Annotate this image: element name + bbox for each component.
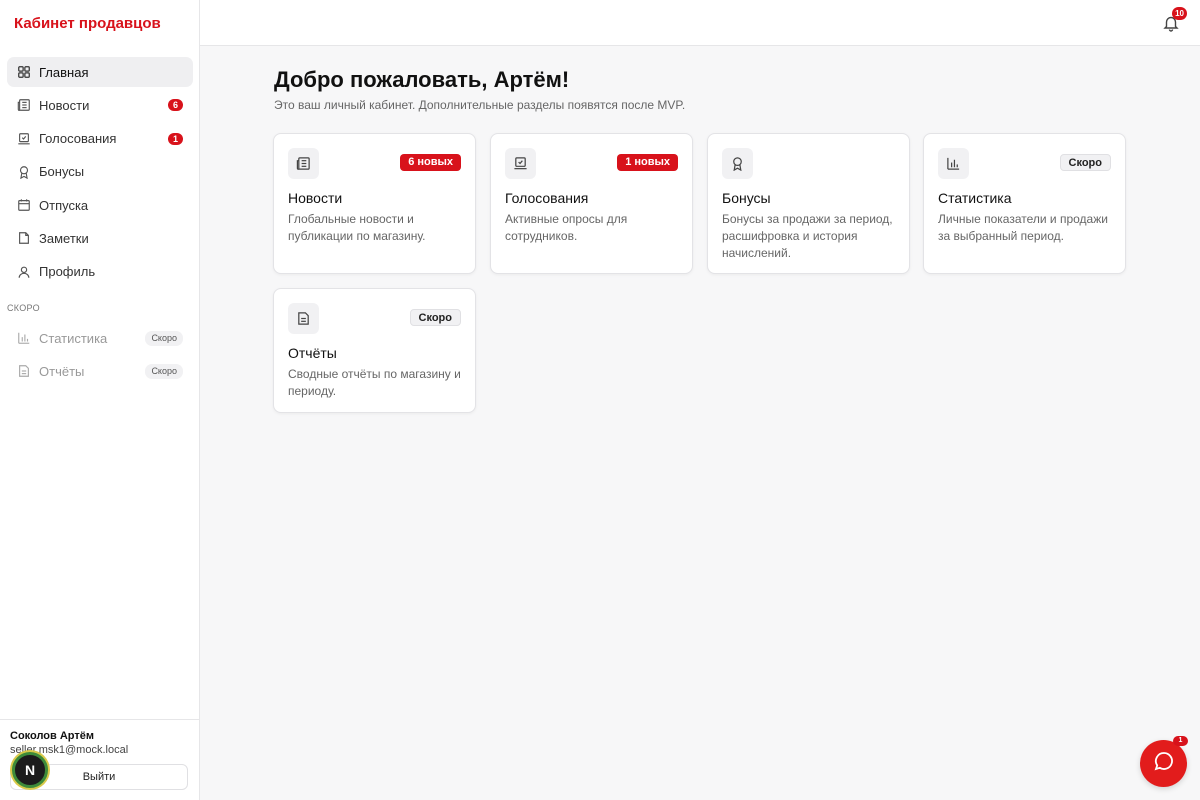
sidebar-item-label: Отчёты <box>39 363 85 379</box>
note-icon <box>17 231 31 245</box>
topbar: 10 <box>200 0 1200 46</box>
grid-icon <box>17 65 31 79</box>
card-news[interactable]: 6 новых Новости Глобальные новости и пуб… <box>273 133 476 274</box>
notifications-badge: 10 <box>1172 7 1187 20</box>
card-description: Глобальные новости и публикации по магаз… <box>288 212 426 243</box>
card-bonuses[interactable]: Бонусы Бонусы за продажи за период, расш… <box>707 133 910 274</box>
soon-badge: Скоро <box>145 331 183 346</box>
vote-icon <box>17 132 31 146</box>
card-title: Голосования <box>505 190 589 206</box>
user-icon <box>17 265 31 279</box>
page-title: Добро пожаловать, Артём! <box>274 67 570 92</box>
sidebar: Кабинет продавцов Главная Новости 6 Голо… <box>0 0 200 800</box>
sidebar-item-label: Бонусы <box>39 164 85 180</box>
sidebar-item-label: Голосования <box>39 131 117 147</box>
avatar[interactable]: N <box>12 752 48 788</box>
card-badge: 1 новых <box>617 154 678 171</box>
soon-section-heading: СКОРО <box>7 303 40 313</box>
sidebar-item-label: Профиль <box>39 264 96 280</box>
sidebar-item-label: Статистика <box>39 330 108 346</box>
sidebar-item-profile[interactable]: Профиль <box>7 257 193 287</box>
sidebar-item-bonuses[interactable]: Бонусы <box>7 157 193 187</box>
card-title: Новости <box>288 190 343 206</box>
sidebar-item-reports[interactable]: Отчёты Скоро <box>7 356 193 386</box>
award-icon <box>722 148 753 179</box>
chat-bubble-icon <box>1153 750 1175 777</box>
soon-badge: Скоро <box>145 364 183 380</box>
document-icon <box>17 364 31 378</box>
newspaper-icon <box>17 98 31 112</box>
sidebar-item-vacations[interactable]: Отпуска <box>7 190 193 220</box>
card-title: Статистика <box>938 190 1012 206</box>
sidebar-item-votes[interactable]: Голосования 1 <box>7 124 193 154</box>
sidebar-item-home[interactable]: Главная <box>7 57 193 87</box>
card-badge: Скоро <box>409 309 461 326</box>
chat-badge: 1 <box>1173 736 1188 746</box>
vote-icon <box>505 148 536 179</box>
card-badge: Скоро <box>1059 154 1111 171</box>
card-statistics[interactable]: Скоро Статистика Личные показатели и про… <box>923 133 1126 274</box>
award-icon <box>17 165 31 179</box>
app-title[interactable]: Кабинет продавцов <box>14 15 161 32</box>
card-badge: 6 новых <box>400 154 461 171</box>
sidebar-item-statistics[interactable]: Статистика Скоро <box>7 323 193 353</box>
sidebar-item-label: Отпуска <box>39 197 89 213</box>
page-subtitle: Это ваш личный кабинет. Дополнительные р… <box>274 98 686 112</box>
sidebar-item-label: Новости <box>39 97 90 113</box>
sidebar-item-label: Заметки <box>39 230 89 246</box>
sidebar-item-news[interactable]: Новости 6 <box>7 90 193 120</box>
calendar-icon <box>17 198 31 212</box>
card-description: Активные опросы для сотрудников. <box>505 212 628 243</box>
votes-count-badge: 1 <box>168 132 183 145</box>
card-title: Бонусы <box>722 190 771 206</box>
sidebar-soon-nav: Статистика Скоро Отчёты Скоро <box>7 323 193 390</box>
card-description: Сводные отчёты по магазину и периоду. <box>288 367 461 398</box>
card-description: Бонусы за продажи за период, расшифровка… <box>722 212 893 260</box>
card-votes[interactable]: 1 новых Голосования Активные опросы для … <box>490 133 693 274</box>
sidebar-item-notes[interactable]: Заметки <box>7 223 193 253</box>
sidebar-nav: Главная Новости 6 Голосования 1 Бонусы О… <box>7 57 193 290</box>
card-description: Личные показатели и продажи за выбранный… <box>938 212 1108 243</box>
sidebar-item-label: Главная <box>39 64 89 80</box>
newspaper-icon <box>288 148 319 179</box>
news-count-badge: 6 <box>168 99 183 112</box>
card-title: Отчёты <box>288 345 337 361</box>
bar-chart-icon <box>938 148 969 179</box>
bar-chart-icon <box>17 331 31 345</box>
user-name: Соколов Артём <box>10 730 95 742</box>
card-reports[interactable]: Скоро Отчёты Сводные отчёты по магазину … <box>273 288 476 413</box>
document-icon <box>288 303 319 334</box>
chat-button[interactable] <box>1140 740 1187 787</box>
